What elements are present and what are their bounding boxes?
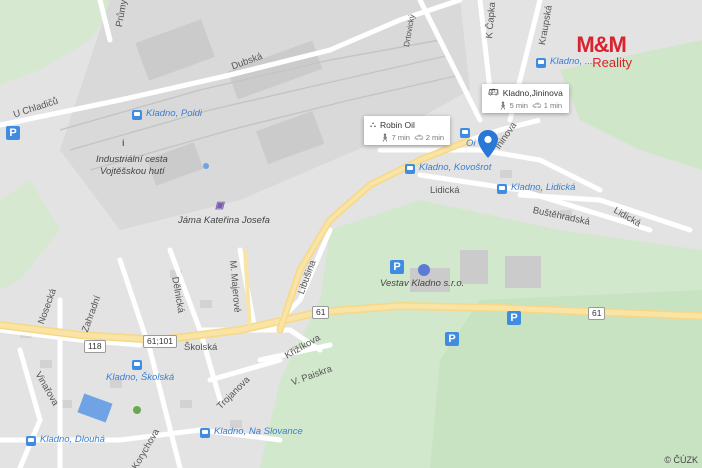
landmark-label: Jáma Kateřina Josefa — [178, 215, 270, 226]
stop-label: Kladno, Lidická — [511, 182, 576, 193]
parking-icon[interactable]: P — [390, 260, 404, 274]
location-pin-icon[interactable] — [478, 130, 498, 160]
landmark-label: Vestav Kladno s.r.o. — [380, 278, 465, 289]
drive-time: 1 min — [543, 101, 563, 110]
street-label: Školská — [184, 342, 218, 353]
road-shield: 61;101 — [143, 335, 177, 348]
parking-icon[interactable]: P — [6, 126, 20, 140]
bus-stop-icon[interactable] — [497, 184, 507, 194]
bus-stop-icon[interactable] — [200, 428, 210, 438]
road-shield: 61 — [588, 307, 606, 320]
popup-title: Kladno,Jininova — [502, 87, 563, 98]
map-view[interactable]: Průmyslová Dubská U Chladičů Drtovický K… — [0, 0, 702, 468]
walk-time: 7 min — [391, 133, 410, 142]
parking-icon[interactable]: P — [445, 332, 459, 346]
stop-label: Kladno, Kovošrot — [419, 162, 492, 173]
bus-stop-icon[interactable] — [132, 360, 142, 370]
map-base — [0, 0, 702, 468]
walk-time: 5 min — [509, 101, 528, 110]
stop-label: Oi — [466, 138, 476, 149]
museum-icon[interactable]: ▣ — [215, 200, 224, 211]
bus-stop-icon[interactable] — [132, 110, 142, 120]
walk-icon: 🚶︎ — [498, 101, 508, 110]
poi-popup-robin-oil[interactable]: ⛬ Robin Oil 🚶︎ 7 min 🚗︎ 2 min — [364, 116, 451, 145]
road-shield: 61 — [312, 306, 330, 319]
bus-icon: 🚌︎ — [488, 87, 499, 97]
bus-stop-icon[interactable] — [405, 164, 415, 174]
bus-stop-icon[interactable] — [536, 58, 546, 68]
landmark-label: Industriální cesta — [96, 154, 168, 165]
brand-logo: M&M Reality — [570, 34, 632, 70]
poi-popup-jininova[interactable]: 🚌︎ Kladno,Jininova 🚶︎ 5 min 🚗︎ 1 min — [482, 84, 569, 113]
stop-label: Kladno, Poldi — [146, 108, 202, 119]
bus-stop-icon[interactable] — [460, 128, 470, 138]
stop-label: Kladno, Na Slovance — [214, 426, 303, 437]
road-shield: 118 — [84, 340, 106, 353]
logo-subtitle: Reality — [592, 55, 632, 70]
logo-mark: M&M — [576, 32, 627, 57]
bus-stop-icon[interactable] — [26, 436, 36, 446]
poi-icon: ⛬ — [370, 119, 376, 129]
street-label: Lidická — [430, 185, 460, 196]
stop-label: Kladno, Školská — [106, 372, 175, 383]
walk-icon: 🚶︎ — [380, 133, 390, 142]
car-icon: 🚗︎ — [414, 133, 424, 142]
stop-label: Kladno, Dlouhá — [40, 434, 105, 445]
parking-icon[interactable]: P — [507, 311, 521, 325]
drive-time: 2 min — [425, 133, 445, 142]
popup-title: Robin Oil — [379, 119, 415, 130]
car-icon: 🚗︎ — [532, 101, 542, 110]
copyright-text: © ČÚZK — [664, 455, 698, 465]
info-icon[interactable]: i — [122, 138, 125, 149]
landmark-label: Vojtěšskou hutí — [100, 166, 165, 177]
